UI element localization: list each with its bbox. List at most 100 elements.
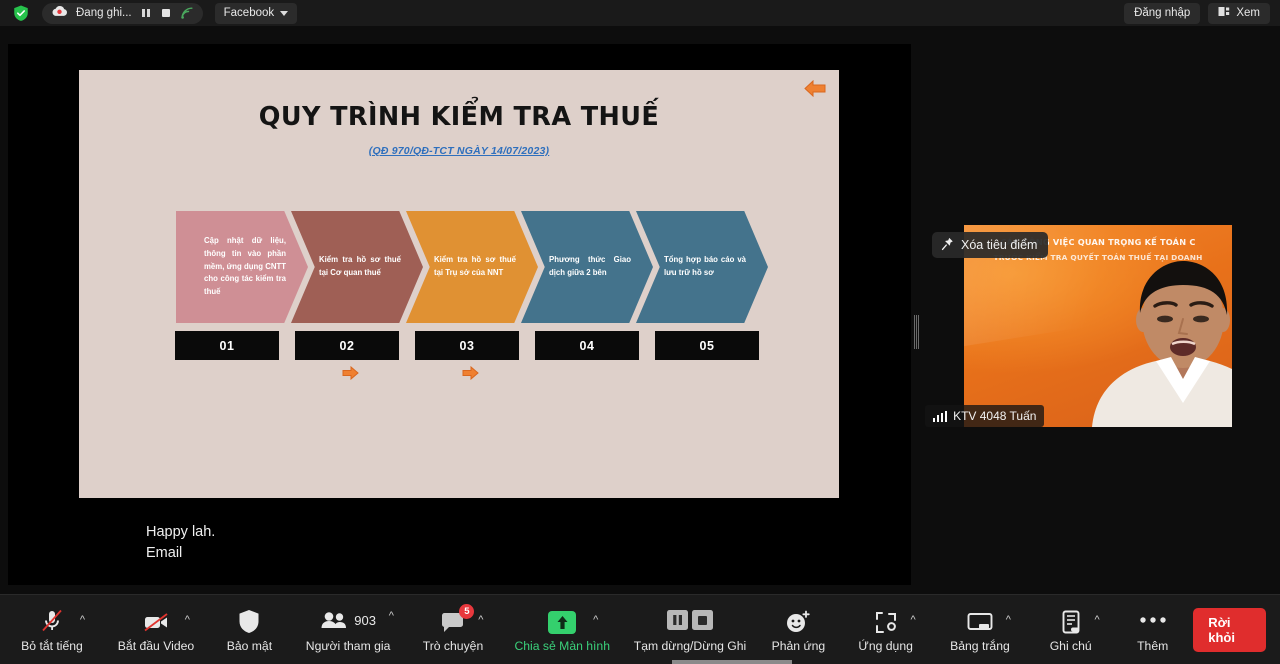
unpin-label: Xóa tiêu điểm (961, 238, 1038, 252)
toolbar-whiteboard-label: Bảng trắng (950, 638, 1010, 653)
video-off-icon: ^ (142, 607, 190, 634)
chevron-up-icon[interactable]: ^ (478, 614, 483, 626)
presentation-slide: QUY TRÌNH KIỂM TRA THUẾ (QĐ 970/QĐ-TCT N… (79, 70, 839, 498)
shield-check-icon[interactable] (10, 2, 32, 24)
toolbar-share-screen-label: Chia sẻ Màn hình (514, 638, 610, 653)
chevron-up-icon[interactable]: ^ (910, 614, 915, 626)
toolbar-right-group: Rời khỏi (1193, 607, 1280, 652)
chevron-up-icon[interactable]: ^ (389, 610, 394, 622)
caption-line-1: Happy lah. (146, 524, 216, 540)
toolbar-chat[interactable]: 5 ^ Trò chuyện (405, 602, 500, 658)
chevron-step-5-text: Tổng hợp báo cáo và lưu trữ hồ sơ (664, 255, 746, 277)
chevron-up-icon[interactable]: ^ (80, 614, 85, 626)
participant-silhouette (1092, 261, 1232, 427)
resize-handle[interactable] (914, 313, 919, 351)
chevron-step-3-text: Kiểm tra hồ sơ thuế tại Trụ sở của NNT (434, 255, 516, 277)
unpin-button[interactable]: Xóa tiêu điểm (932, 232, 1049, 258)
toolbar-apps-label: Ứng dụng (858, 638, 913, 653)
people-icon: 903 ^ (320, 607, 394, 634)
flow-arrow-icon-1 (342, 365, 359, 385)
top-bar-right: Đăng nhập Xem (1124, 2, 1280, 24)
chevron-step-4: Phương thức Giao dịch giữa 2 bên (521, 211, 653, 323)
participant-count: 903 (354, 612, 376, 628)
toolbar-unmute-label: Bỏ tắt tiếng (21, 638, 83, 653)
toolbar-more-label: Thêm (1137, 638, 1169, 653)
chevron-up-icon[interactable]: ^ (185, 614, 190, 626)
stop-icon[interactable] (160, 7, 172, 19)
toolbar-reactions[interactable]: Phản ứng (756, 602, 841, 658)
caption-line-2: Email (146, 545, 183, 562)
toolbar-pause-stop-record-label: Tạm dừng/Dừng Ghi (633, 638, 747, 653)
step-number-1: 01 (175, 331, 279, 360)
pause-stop-record-icon (667, 607, 714, 634)
caret-down-icon (280, 10, 289, 16)
meeting-window: Đang ghi... Facebook Đăng nhập Xem QUY T… (0, 0, 1280, 664)
toolbar-participants[interactable]: 903 ^ Người tham gia (291, 602, 406, 658)
toolbar-notes-label: Ghi chú (1049, 638, 1092, 653)
toolbar-notes[interactable]: ^ Ghi chú (1029, 602, 1112, 658)
signal-bars-icon (933, 410, 948, 422)
toolbar-share-screen[interactable]: ^ Chia sẻ Màn hình (501, 602, 624, 658)
toolbar-reactions-label: Phản ứng (771, 638, 826, 653)
apps-icon: ^ (874, 607, 916, 634)
toolbar-security[interactable]: Bảo mật (208, 602, 291, 658)
signin-label: Đăng nhập (1134, 7, 1191, 19)
mic-muted-icon: ^ (39, 607, 85, 634)
chevron-up-icon[interactable]: ^ (1006, 614, 1011, 626)
toolbar-security-label: Bảo mật (226, 638, 273, 653)
slide-subtitle-link[interactable]: (QĐ 970/QĐ-TCT NGÀY 14/07/2023) (79, 145, 839, 157)
share-progress-strip (672, 660, 792, 664)
chevron-up-icon[interactable]: ^ (593, 614, 598, 626)
layout-view-icon (1218, 6, 1230, 20)
chevron-up-icon[interactable]: ^ (1095, 614, 1100, 626)
chevron-step-1: Cập nhật dữ liệu, thông tin vào phần mềm… (176, 211, 308, 323)
chevron-step-5: Tổng hợp báo cáo và lưu trữ hồ sơ (636, 211, 768, 323)
toolbar-chat-label: Trò chuyện (422, 638, 484, 653)
caption-text: Happy lah. Email (146, 522, 215, 564)
share-screen-icon: ^ (548, 607, 598, 634)
leave-button[interactable]: Rời khỏi (1193, 607, 1266, 652)
toolbar-whiteboard[interactable]: ^ Bảng trắng (931, 602, 1030, 658)
chat-unread-badge: 5 (459, 603, 475, 619)
top-bar: Đang ghi... Facebook Đăng nhập Xem (0, 0, 1280, 26)
signin-button[interactable]: Đăng nhập (1124, 2, 1201, 24)
whiteboard-icon: ^ (967, 607, 1011, 634)
participant-name-chip: KTV 4048 Tuấn (925, 405, 1045, 427)
step-number-3: 03 (415, 331, 519, 360)
cloud-record-icon (51, 4, 68, 22)
toolbar-unmute[interactable]: ^ Bỏ tắt tiếng (0, 602, 104, 658)
chevron-step-2: Kiểm tra hồ sơ thuế tại Cơ quan thuế (291, 211, 423, 323)
pause-icon[interactable] (140, 7, 152, 19)
reaction-smiley-icon (785, 607, 811, 634)
live-stream-icon[interactable] (180, 6, 194, 20)
platform-label: Facebook (223, 7, 275, 19)
step-number-4: 04 (535, 331, 639, 360)
notes-icon: ^ (1060, 607, 1100, 634)
flow-arrow-icon-2 (462, 365, 479, 385)
toolbar-participants-label: Người tham gia (305, 638, 391, 653)
step-number-5: 05 (655, 331, 759, 360)
participant-name-label: KTV 4048 Tuấn (953, 409, 1037, 423)
chevron-step-4-text: Phương thức Giao dịch giữa 2 bên (549, 255, 631, 277)
view-button[interactable]: Xem (1208, 2, 1270, 24)
recording-label: Đang ghi... (76, 7, 132, 19)
toolbar-start-video-label: Bắt đầu Video (117, 638, 195, 653)
chat-bubble-icon: 5 ^ (440, 603, 483, 634)
step-number-row: 01 02 03 04 05 (175, 331, 759, 360)
chevron-step-1-text: Cập nhật dữ liệu, thông tin vào phần mềm… (204, 236, 286, 296)
chevron-step-3: Kiểm tra hồ sơ thuế tại Trụ sở của NNT (406, 211, 538, 323)
unpin-icon (941, 237, 954, 254)
toolbar-pause-stop-record[interactable]: Tạm dừng/Dừng Ghi (624, 602, 756, 658)
toolbar-more[interactable]: Thêm (1112, 602, 1193, 658)
step-number-2: 02 (295, 331, 399, 360)
platform-selector[interactable]: Facebook (214, 2, 298, 24)
toolbar-start-video[interactable]: ^ Bắt đầu Video (104, 602, 208, 658)
left-arrow-icon (804, 79, 826, 102)
shared-screen-area[interactable]: QUY TRÌNH KIỂM TRA THUẾ (QĐ 970/QĐ-TCT N… (8, 44, 911, 585)
page-title: QUY TRÌNH KIỂM TRA THUẾ (258, 102, 660, 132)
recording-status-pill: Đang ghi... (42, 2, 203, 24)
toolbar-apps[interactable]: ^ Ứng dụng (841, 602, 931, 658)
view-label: Xem (1236, 7, 1260, 19)
ellipsis-icon (1139, 607, 1167, 634)
meeting-toolbar: ^ Bỏ tắt tiếng ^ Bắt đầu Video Bảo mật 9… (0, 594, 1280, 664)
